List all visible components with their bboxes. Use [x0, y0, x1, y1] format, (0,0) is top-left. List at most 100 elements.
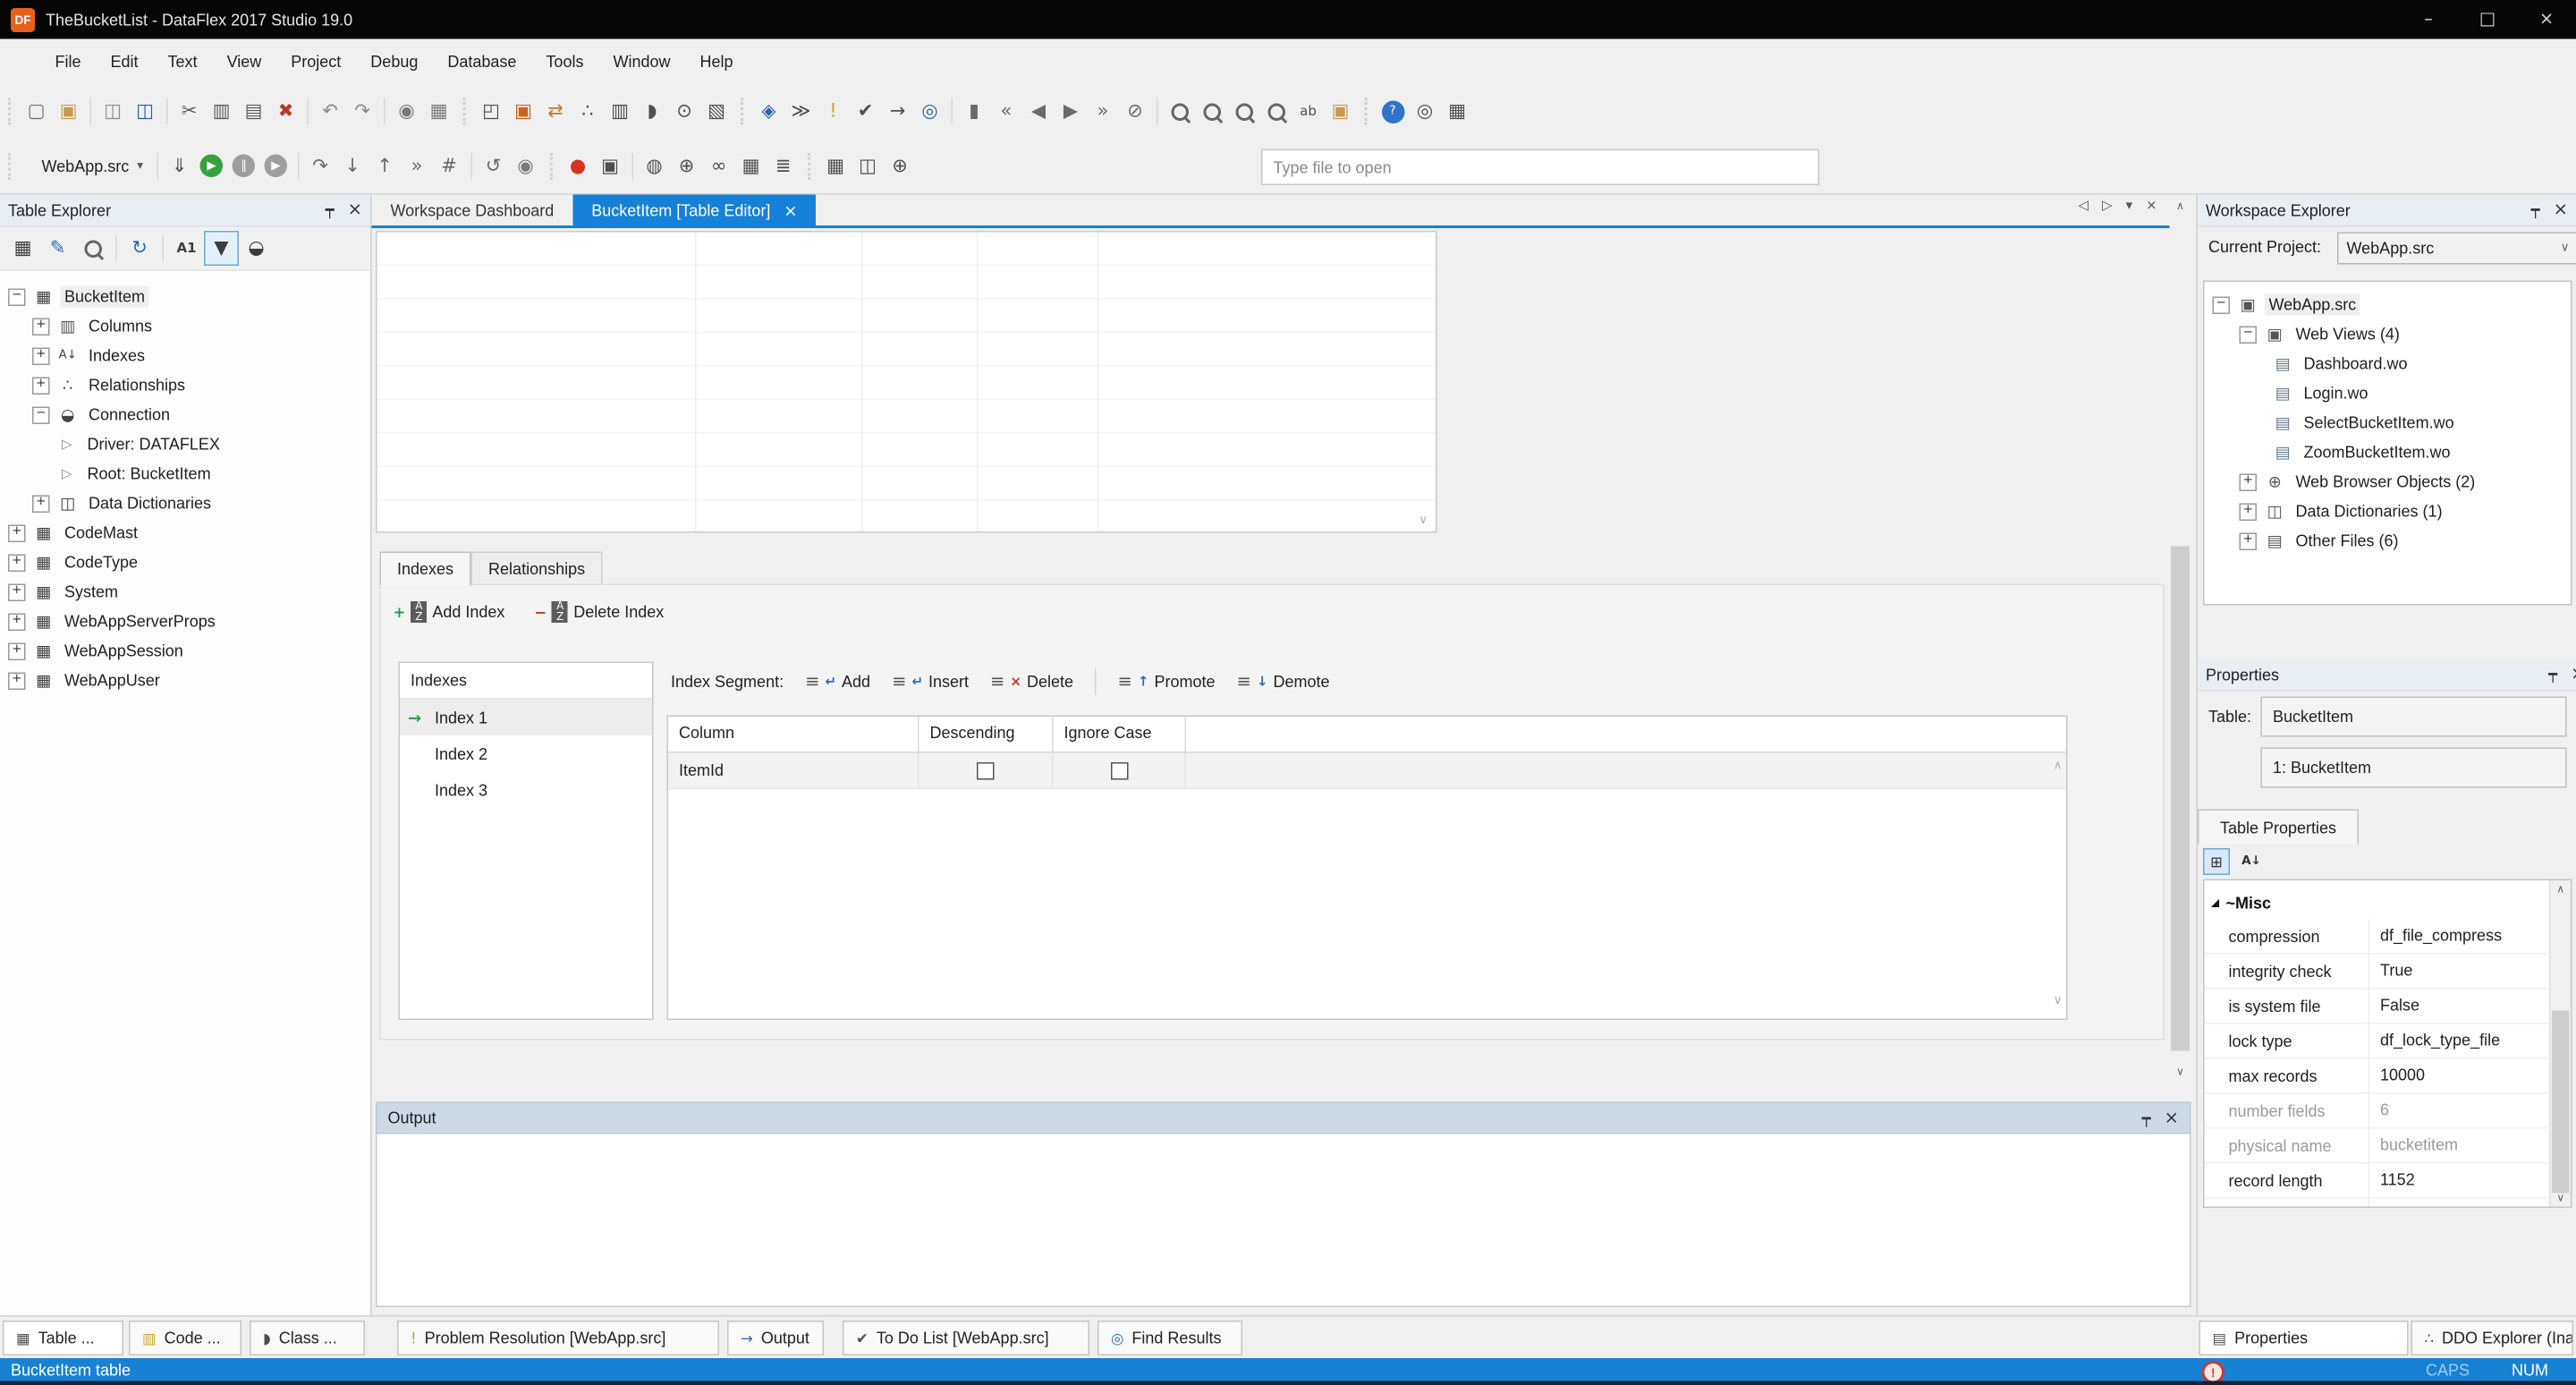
scroll-down-icon[interactable]: ∨	[2551, 1192, 2572, 1204]
tree-item-webappserverprops[interactable]: +▦WebAppServerProps	[0, 607, 370, 636]
tab-class-palette[interactable]: ◗Class ...	[250, 1321, 365, 1355]
table-grid-icon[interactable]: ▦	[1441, 96, 1473, 128]
toolbar-grip[interactable]	[741, 98, 748, 125]
property-row-record-length-used[interactable]: record length used1137	[2205, 1199, 2572, 1209]
connections-icon[interactable]: ◒	[239, 231, 274, 266]
find-next-icon[interactable]	[1228, 96, 1260, 128]
expand-icon[interactable]: +	[2240, 532, 2258, 550]
run-icon[interactable]: ▶	[196, 149, 228, 182]
toolbar-grip[interactable]	[550, 152, 557, 179]
list-item-index1[interactable]: → Index 1	[400, 700, 652, 736]
expand-icon[interactable]: +	[8, 554, 26, 572]
tree-item-web-views[interactable]: −▣Web Views (4)	[2205, 319, 2572, 349]
close-icon[interactable]: ×	[784, 200, 797, 219]
report-viewer-icon[interactable]: ▣	[507, 96, 539, 128]
bookmark-last-icon[interactable]: »	[1087, 96, 1119, 128]
segment-delete-button[interactable]: ≡×Delete	[990, 672, 1073, 692]
template-file-icon[interactable]: ▧	[700, 96, 733, 128]
scrollbar-thumb[interactable]	[2552, 1011, 2570, 1194]
pin-icon[interactable]: ┯	[2548, 666, 2557, 684]
scrollbar-thumb[interactable]	[2171, 547, 2190, 1051]
triangle-icon[interactable]: ▷	[62, 437, 77, 452]
table-binding-field[interactable]: 1: BucketItem	[2261, 748, 2567, 788]
menu-tools[interactable]: Tools	[531, 39, 598, 85]
segment-add-button[interactable]: ≡↵Add	[805, 672, 870, 692]
collapse-icon[interactable]: −	[2240, 326, 2258, 344]
menu-window[interactable]: Window	[598, 39, 685, 85]
edit-table-icon[interactable]: ✎	[40, 231, 75, 266]
property-row-is-system-file[interactable]: is system fileFalse	[2205, 990, 2572, 1024]
property-row-record-length[interactable]: record length1152	[2205, 1164, 2572, 1199]
property-row-max-records[interactable]: max records10000	[2205, 1059, 2572, 1094]
tab-ddo-explorer[interactable]: ∴DDO Explorer (Inac...	[2411, 1321, 2574, 1355]
breakpoint-window-icon[interactable]: ▣	[594, 149, 626, 182]
restart-icon[interactable]: ↺	[478, 149, 510, 182]
tree-item-relationships[interactable]: +∴Relationships	[0, 370, 370, 400]
stop-icon[interactable]: ◉	[510, 149, 542, 182]
main-vertical-scrollbar[interactable]: ∧ ∨	[2170, 198, 2191, 1081]
source-lookup-icon[interactable]: ◎	[914, 96, 946, 128]
tree-item-other-files[interactable]: +▤Other Files (6)	[2205, 526, 2572, 556]
expand-icon[interactable]: +	[32, 377, 50, 395]
delete-icon[interactable]: ✖	[270, 96, 302, 128]
redo-icon[interactable]: ↷	[346, 96, 378, 128]
property-row-number-fields[interactable]: number fields6	[2205, 1094, 2572, 1129]
tab-table-properties[interactable]: Table Properties	[2198, 810, 2359, 845]
step-out-icon[interactable]: ↑	[369, 149, 401, 182]
code-convert-icon[interactable]: ⇄	[539, 96, 572, 128]
collapse-icon[interactable]: −	[2213, 296, 2231, 314]
scroll-up-icon[interactable]: ∧	[2054, 760, 2063, 773]
maximize-button[interactable]: □	[2458, 0, 2517, 39]
property-value[interactable]: 1137	[2368, 1199, 2572, 1209]
minimize-button[interactable]: –	[2399, 0, 2458, 39]
tree-item-driver[interactable]: ▷Driver: DATAFLEX	[0, 429, 370, 459]
step-into-icon[interactable]: ↓	[336, 149, 369, 182]
property-value[interactable]: False	[2368, 990, 2572, 1024]
tab-indexes[interactable]: Indexes	[380, 552, 471, 587]
cut-icon[interactable]: ✂	[174, 96, 206, 128]
triangle-icon[interactable]: ▷	[62, 466, 77, 481]
column-header-column[interactable]: Column	[668, 717, 919, 752]
property-value[interactable]: True	[2368, 955, 2572, 989]
toggle-breakpoint-icon[interactable]: ●	[562, 149, 594, 182]
expand-icon[interactable]: +	[2240, 473, 2258, 491]
expand-icon[interactable]: +	[32, 347, 50, 365]
watch-window-icon[interactable]: ∞	[703, 149, 735, 182]
list-item-index2[interactable]: Index 2	[400, 735, 652, 772]
table-grid-view-icon[interactable]: ▦	[735, 149, 767, 182]
table-query-tool-icon[interactable]: ▦	[819, 149, 852, 182]
paste-icon[interactable]: ▤	[238, 96, 270, 128]
properties-scrollbar[interactable]: ∧ ∨	[2549, 880, 2571, 1207]
tab-find-results[interactable]: ◎Find Results	[1097, 1321, 1242, 1355]
expand-icon[interactable]: +	[32, 495, 50, 513]
compile-icon[interactable]: ◈	[753, 96, 785, 128]
expand-icon[interactable]: +	[32, 318, 50, 336]
compile-project-icon[interactable]: ⇓	[164, 149, 196, 182]
scroll-tabs-left-icon[interactable]: ◁	[2079, 199, 2089, 214]
switch-names-icon[interactable]: A1	[169, 231, 204, 266]
collapse-triangle-icon[interactable]: ◢	[2205, 896, 2226, 909]
segment-insert-button[interactable]: ≡↵Insert	[892, 672, 969, 692]
print-icon[interactable]: ▦	[423, 96, 455, 128]
tab-problem-resolution[interactable]: !Problem Resolution [WebApp.src]	[397, 1321, 719, 1355]
segment-demote-button[interactable]: ≡↓Demote	[1237, 672, 1330, 692]
project-selector[interactable]: WebApp.src ▾	[34, 149, 152, 183]
tree-item-data-dictionaries[interactable]: +◫Data Dictionaries	[0, 489, 370, 518]
menu-text[interactable]: Text	[153, 39, 212, 85]
find-table-icon[interactable]	[75, 231, 110, 266]
columns-grid[interactable]: ∨	[376, 231, 1437, 533]
run-to-cursor-icon[interactable]: »	[401, 149, 433, 182]
tree-item-webappsession[interactable]: +▦WebAppSession	[0, 636, 370, 666]
column-header-descending[interactable]: Descending	[919, 717, 1054, 752]
tree-item-web-browser-objects[interactable]: +⊕Web Browser Objects (2)	[2205, 467, 2572, 497]
table-name-field[interactable]: BucketItem	[2261, 697, 2567, 737]
about-icon[interactable]: ◎	[1409, 96, 1441, 128]
toolbar-grip[interactable]	[1365, 98, 1372, 125]
tab-code-explorer[interactable]: ▥Code ...	[129, 1321, 242, 1355]
menu-view[interactable]: View	[212, 39, 276, 85]
tab-workspace-dashboard[interactable]: Workspace Dashboard	[372, 195, 573, 226]
open-workspace-icon[interactable]: ▣	[53, 96, 85, 128]
web-app-admin-icon[interactable]: ⊕	[884, 149, 916, 182]
tree-item-codetype[interactable]: +▦CodeType	[0, 548, 370, 577]
scroll-down-icon[interactable]: ∨	[1419, 514, 1428, 528]
